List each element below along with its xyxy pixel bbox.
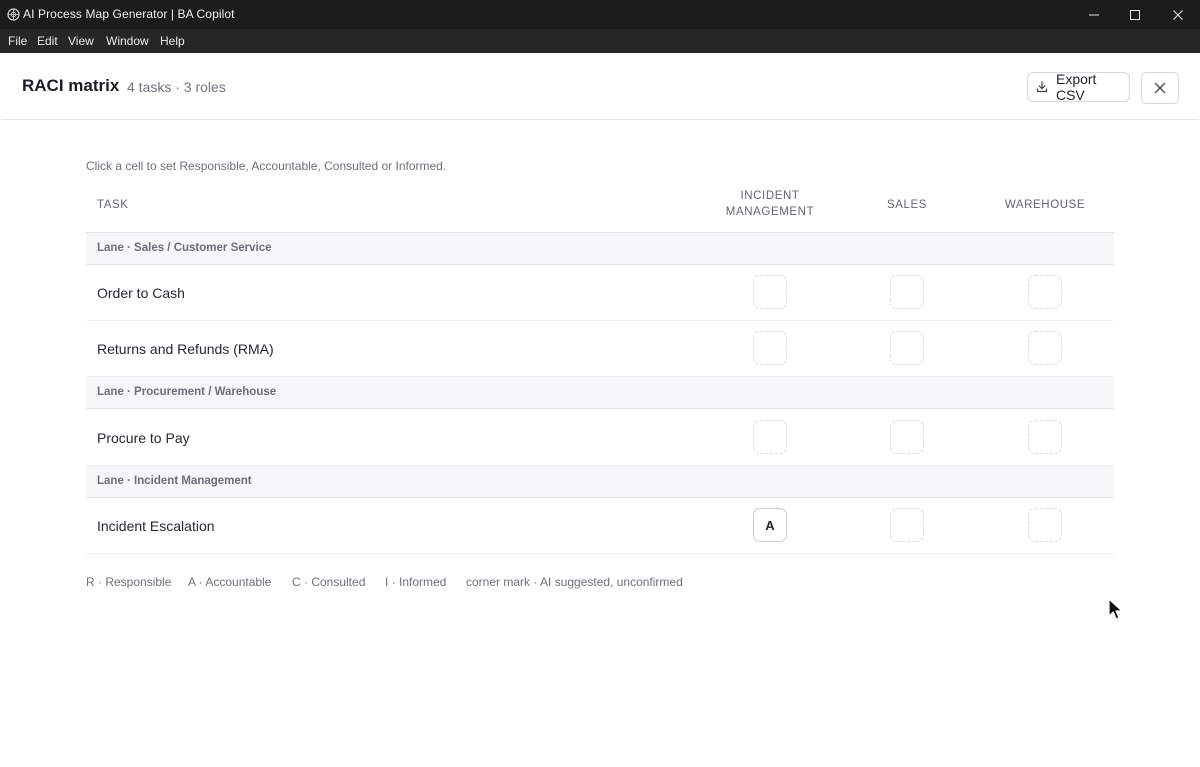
column-header-warehouse: WAREHOUSE: [985, 197, 1105, 213]
column-header-incident-management: INCIDENT MANAGEMENT: [710, 188, 830, 220]
raci-cell[interactable]: [890, 331, 924, 365]
matrix-hint: Click a cell to set Responsible, Account…: [86, 159, 447, 173]
column-header-sales: SALES: [847, 197, 967, 213]
lane-label: Lane · Incident Management: [97, 475, 252, 487]
lane-label: Lane · Procurement / Warehouse: [97, 386, 277, 398]
task-name: Procure to Pay: [97, 430, 190, 446]
raci-cell[interactable]: [890, 275, 924, 309]
export-csv-button[interactable]: Export CSV: [1027, 71, 1130, 103]
raci-cell[interactable]: [890, 420, 924, 454]
lane-row-incident-management: Lane · Incident Management: [86, 466, 1114, 498]
legend-responsible: R · Responsible: [86, 575, 172, 589]
raci-cell-accountable[interactable]: A: [753, 508, 787, 542]
raci-cell[interactable]: [753, 275, 787, 309]
minimize-icon: [1089, 14, 1099, 15]
table-row-order-to-cash: Order to Cash: [86, 265, 1114, 321]
menu-view[interactable]: View: [68, 34, 94, 48]
window-title-bar: AI Process Map Generator | BA Copilot: [0, 0, 1200, 29]
raci-cell[interactable]: [1028, 331, 1062, 365]
minimize-button[interactable]: [1073, 0, 1115, 29]
table-row-incident-escalation: Incident Escalation A: [86, 498, 1114, 554]
lane-row-sales: Lane · Sales / Customer Service: [86, 233, 1114, 265]
legend-consulted: C · Consulted: [292, 575, 366, 589]
lane-label: Lane · Sales / Customer Service: [97, 242, 272, 254]
column-header-task: TASK: [97, 199, 129, 211]
mouse-cursor-icon: [1108, 598, 1123, 620]
legend-ai-suggested: corner mark · AI suggested, unconfirmed: [466, 575, 683, 589]
app-logo-icon: [7, 8, 20, 21]
panel-header: RACI matrix 4 tasks · 3 roles Export CSV: [1, 54, 1199, 120]
menu-help[interactable]: Help: [160, 34, 185, 48]
menu-bar: File Edit View Window Help: [0, 29, 1200, 53]
legend-accountable: A · Accountable: [188, 575, 272, 589]
table-row-procure-to-pay: Procure to Pay: [86, 410, 1114, 466]
close-panel-button[interactable]: [1141, 72, 1179, 104]
column-header-line: WAREHOUSE: [1004, 199, 1086, 211]
maximize-button[interactable]: [1114, 0, 1156, 29]
page-title: RACI matrix: [22, 76, 120, 95]
raci-cell[interactable]: [1028, 508, 1062, 542]
column-header-line: MANAGEMENT: [725, 206, 815, 218]
task-name: Incident Escalation: [97, 518, 215, 534]
task-name: Returns and Refunds (RMA): [97, 341, 274, 357]
menu-edit[interactable]: Edit: [37, 34, 58, 48]
legend-informed: I · Informed: [385, 575, 447, 589]
menu-window[interactable]: Window: [106, 34, 149, 48]
raci-cell[interactable]: [890, 508, 924, 542]
raci-cell[interactable]: [1028, 275, 1062, 309]
maximize-icon: [1130, 9, 1140, 20]
export-csv-label: Export CSV: [1055, 71, 1097, 103]
column-header-line: INCIDENT: [740, 190, 800, 202]
raci-cell[interactable]: [753, 420, 787, 454]
window-title: AI Process Map Generator | BA Copilot: [23, 7, 235, 21]
window-close-button[interactable]: [1157, 0, 1199, 29]
download-icon: [1036, 81, 1048, 93]
raci-cell[interactable]: [753, 331, 787, 365]
lane-row-procurement: Lane · Procurement / Warehouse: [86, 377, 1114, 409]
raci-cell[interactable]: [1028, 420, 1062, 454]
matrix-summary: 4 tasks · 3 roles: [127, 79, 226, 95]
menu-file[interactable]: File: [8, 34, 27, 48]
column-header-line: SALES: [886, 199, 928, 211]
table-row-returns-and-refunds: Returns and Refunds (RMA): [86, 321, 1114, 377]
close-icon: [1173, 9, 1183, 20]
task-name: Order to Cash: [97, 285, 185, 301]
close-icon: [1154, 82, 1166, 94]
